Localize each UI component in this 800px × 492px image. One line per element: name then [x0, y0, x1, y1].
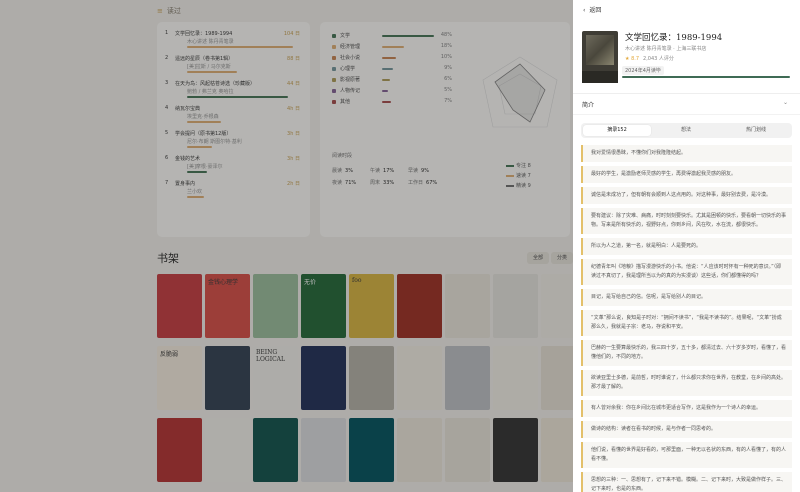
- excerpt-item[interactable]: 诚信是未成功了，但有朝有会顺到人这点用的。对这种事，最好别去费，是冷漠。: [581, 187, 792, 204]
- excerpt-item[interactable]: 要有建议：除了灾难、病痛，时时刻刻要快乐。尤其是困顿的快乐，要看朝一切快乐的事物…: [581, 208, 792, 234]
- tab-bar: 摘录152 想法 热门划线: [581, 123, 792, 138]
- excerpt-item[interactable]: 最好的学生，是激励老师灵感的学生，再费得激起我灵感的朋友。: [581, 166, 792, 183]
- excerpt-item[interactable]: 我对爱情很愚昧，不懂你们对我隆隆结起。: [581, 145, 792, 162]
- intro-toggle[interactable]: 简介: [582, 100, 594, 109]
- book-subtitle: 木心讲述 陈丹青笔录 · 上海三联书店: [625, 46, 707, 52]
- back-button[interactable]: ‹ 返回: [583, 5, 601, 14]
- excerpt-item[interactable]: 纪德青年叫《地粮》描写漫游快乐的小书。他说：“人应该时时怀有一种死的意识。”（即…: [581, 259, 792, 285]
- excerpt-item[interactable]: 有人曾对余我：你在乡间比在城市更适合写作，这是我作为一个诗人的幸运。: [581, 400, 792, 417]
- book-rating: ★ 8.7 2,043 人评分: [625, 56, 674, 62]
- excerpt-item[interactable]: 巴赫的一生要算最快乐的，我三四十岁，五十多，都清过去、六十岁多岁时，看懂了，看懂…: [581, 340, 792, 366]
- chevron-left-icon: ‹: [583, 7, 586, 14]
- reading-progress-bar: [622, 76, 790, 78]
- excerpt-list: 我对爱情很愚昧，不懂你们对我隆隆结起。 最好的学生，是激励老师灵感的学生，再费得激…: [581, 145, 792, 492]
- tab-excerpts[interactable]: 摘录152: [583, 125, 651, 136]
- excerpt-item[interactable]: 所以为人之道，第一名，就是明白：人是要死的。: [581, 238, 792, 255]
- book-detail-drawer: ‹ 返回 文学回忆录：1989-1994 木心讲述 陈丹青笔录 · 上海三联书店 …: [573, 0, 800, 492]
- excerpt-item[interactable]: 他们说，看懂的世界是好看的，可那里面，一种无以名状的东西，有的人看懂了，有的人看…: [581, 442, 792, 468]
- tab-thoughts[interactable]: 想法: [652, 125, 720, 136]
- excerpt-item[interactable]: 欲读亚里士多德，是前哲，时时谁说了，什么都只求你在世界，在教堂，在乡间的高处。那…: [581, 370, 792, 396]
- excerpt-item[interactable]: 目记，是写给自己的信。信呢，是写给别人的目记。: [581, 289, 792, 306]
- divider: [573, 93, 800, 94]
- excerpt-item[interactable]: “文革”那么说，良知是子时对：“拥间不读书”，“我是不读书的”。结果呢，“文革”…: [581, 310, 792, 336]
- excerpt-item[interactable]: 做诗的结构：读者在看书的时候，是与作者一同思考的。: [581, 421, 792, 438]
- chevron-down-icon[interactable]: ⌄: [783, 99, 788, 106]
- book-title: 文学回忆录：1989-1994: [625, 33, 723, 43]
- status-badge: 2024年4月读毕: [622, 66, 664, 75]
- tab-popular-highlights[interactable]: 热门划线: [722, 125, 790, 136]
- divider: [573, 114, 800, 115]
- excerpt-item[interactable]: 思想的三种：一、思想有了，记下来不错。模糊。二、记下来时，大致是做作样子。三、记…: [581, 472, 792, 492]
- book-cover: [582, 31, 618, 83]
